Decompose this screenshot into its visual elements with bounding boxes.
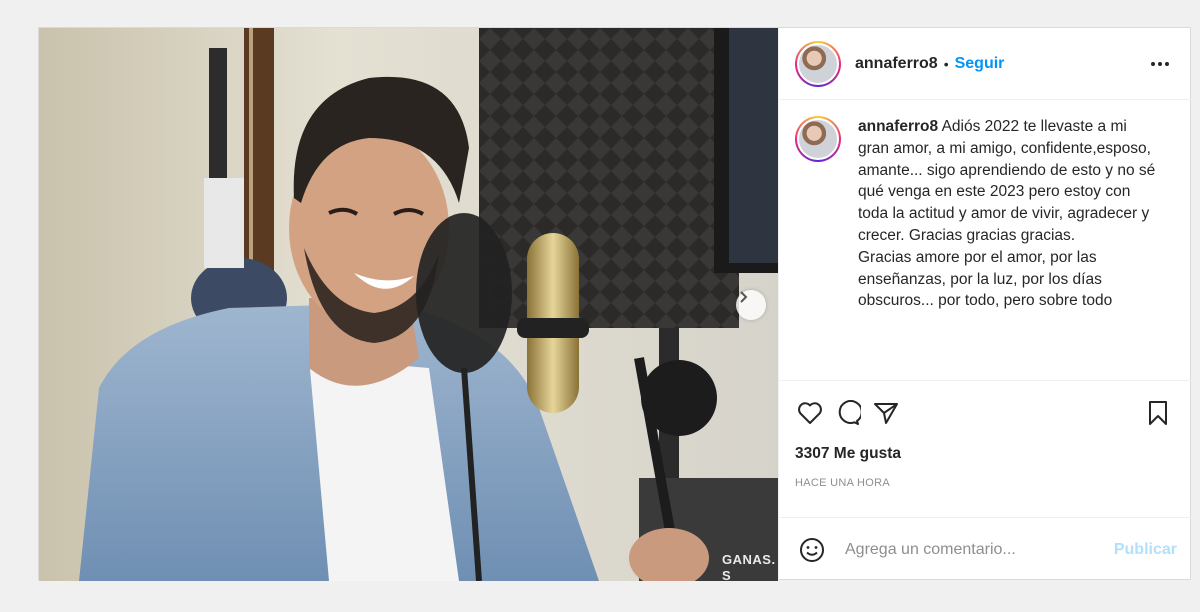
comment-icon bbox=[838, 400, 861, 425]
caption-avatar[interactable] bbox=[795, 116, 841, 162]
bookmark-icon bbox=[1149, 401, 1167, 425]
avatar[interactable] bbox=[795, 40, 841, 87]
caption-area: annaferro8 Adiós 2022 te llevaste a mi g… bbox=[779, 100, 1192, 380]
follow-button[interactable]: Seguir bbox=[955, 55, 1005, 73]
more-horizontal-icon bbox=[1151, 62, 1169, 66]
share-button[interactable] bbox=[871, 398, 901, 428]
header-username[interactable]: annaferro8 bbox=[855, 55, 938, 73]
likes-count[interactable]: 3307 Me gusta bbox=[795, 445, 1177, 463]
likes-number: 3307 bbox=[795, 445, 830, 462]
post-header: annaferro8 • Seguir bbox=[779, 28, 1192, 100]
emoji-button[interactable] bbox=[797, 535, 827, 565]
caption-username[interactable]: annaferro8 bbox=[858, 118, 938, 135]
publish-button[interactable]: Publicar bbox=[1114, 541, 1177, 559]
share-icon bbox=[874, 403, 898, 424]
save-button[interactable] bbox=[1143, 398, 1173, 428]
photo-illustration bbox=[39, 28, 778, 581]
comment-button[interactable] bbox=[833, 398, 863, 428]
caption-text: Adiós 2022 te llevaste a mi gran amor, a… bbox=[858, 118, 1156, 310]
heart-icon bbox=[798, 402, 822, 424]
post-side-panel: annaferro8 • Seguir annaferro8 Adiós 202… bbox=[778, 28, 1193, 581]
post-timestamp[interactable]: HACE UNA HORA bbox=[795, 477, 1177, 489]
caption: annaferro8 Adiós 2022 te llevaste a mi g… bbox=[858, 116, 1158, 380]
chevron-right-icon bbox=[740, 291, 748, 303]
post-photo[interactable]: GANAS. S TROBE bbox=[39, 28, 778, 581]
more-options-button[interactable] bbox=[1148, 52, 1172, 76]
action-icons bbox=[795, 393, 1177, 433]
photo-overlay-text: GANAS. S TROBE bbox=[722, 552, 776, 581]
header-separator: • bbox=[943, 55, 949, 72]
next-photo-button[interactable] bbox=[736, 290, 766, 320]
comment-box: Publicar bbox=[779, 517, 1193, 581]
post-actions: 3307 Me gusta HACE UNA HORA bbox=[779, 380, 1193, 489]
emoji-icon bbox=[800, 537, 824, 562]
comment-input[interactable] bbox=[845, 540, 1095, 559]
instagram-post: GANAS. S TROBE annaferro8 • Seguir annaf… bbox=[38, 27, 1193, 581]
like-button[interactable] bbox=[795, 398, 825, 428]
likes-label: Me gusta bbox=[833, 445, 901, 462]
